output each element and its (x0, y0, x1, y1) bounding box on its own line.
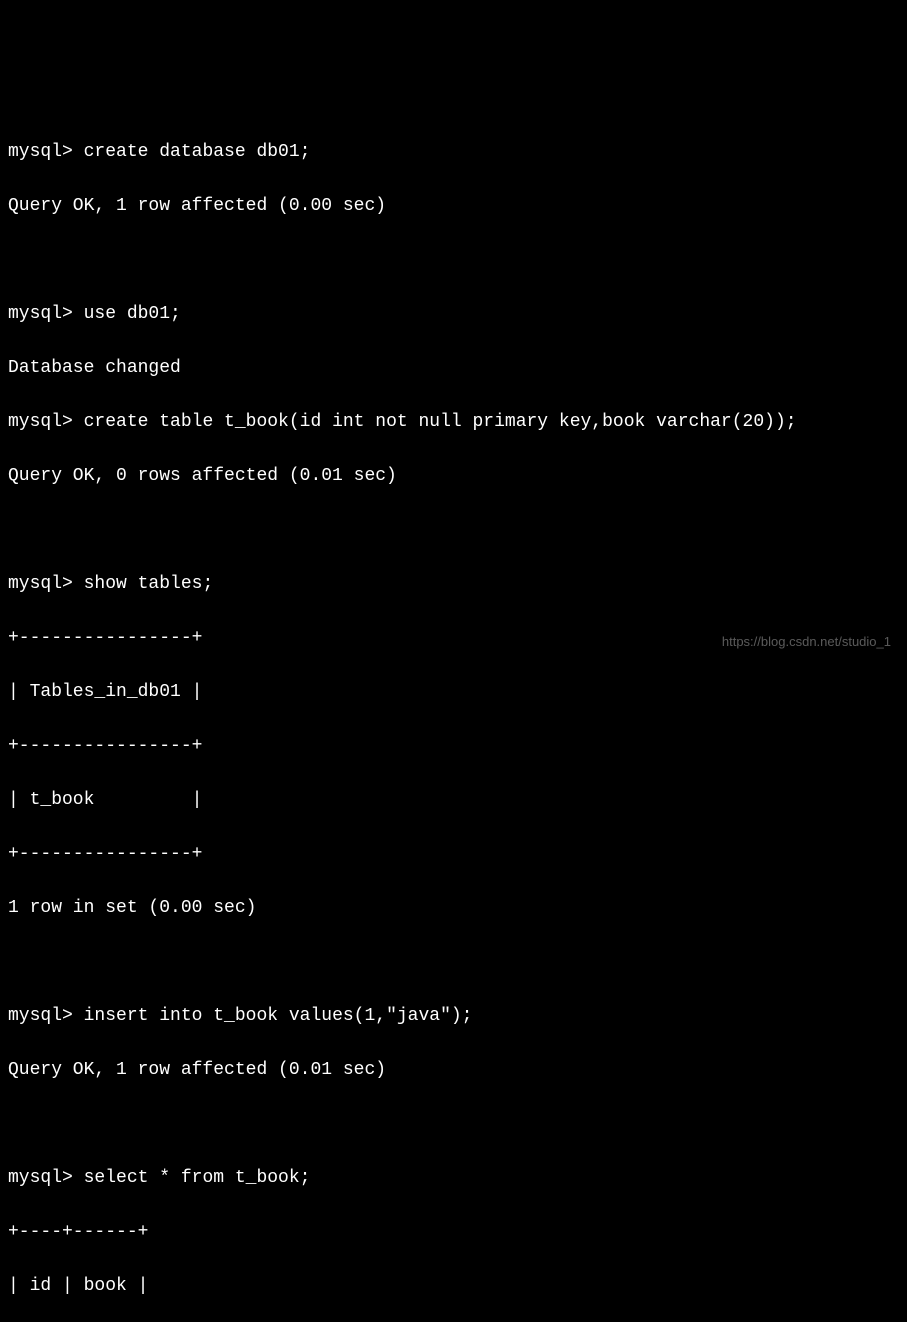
prompt: mysql> (8, 142, 73, 162)
table-header: | id | book | (8, 1273, 899, 1300)
response-line: Query OK, 1 row affected (0.01 sec) (8, 1057, 899, 1084)
prompt: mysql> (8, 1006, 73, 1026)
command-text: select * from t_book; (84, 1168, 311, 1188)
prompt-line[interactable]: mysql> insert into t_book values(1,"java… (8, 1003, 899, 1030)
terminal-output: mysql> create database db01; Query OK, 1… (8, 112, 899, 1322)
blank-line (8, 1111, 899, 1138)
command-text: insert into t_book values(1,"java"); (84, 1006, 473, 1026)
prompt-line[interactable]: mysql> create table t_book(id int not nu… (8, 409, 899, 436)
prompt-line[interactable]: mysql> create database db01; (8, 139, 899, 166)
prompt-line[interactable]: mysql> show tables; (8, 571, 899, 598)
response-line: Query OK, 1 row affected (0.00 sec) (8, 193, 899, 220)
blank-line (8, 247, 899, 274)
table-border: +----+------+ (8, 1219, 899, 1246)
table-border: +----------------+ (8, 733, 899, 760)
prompt: mysql> (8, 1168, 73, 1188)
table-row: | t_book | (8, 787, 899, 814)
blank-line (8, 949, 899, 976)
command-text: use db01; (84, 304, 181, 324)
watermark-text: https://blog.csdn.net/studio_1 (722, 632, 891, 652)
response-line: Database changed (8, 355, 899, 382)
command-text: show tables; (84, 574, 214, 594)
command-text: create table t_book(id int not null prim… (84, 412, 797, 432)
prompt-line[interactable]: mysql> use db01; (8, 301, 899, 328)
response-line: Query OK, 0 rows affected (0.01 sec) (8, 463, 899, 490)
table-border: +----------------+ (8, 841, 899, 868)
command-text: create database db01; (84, 142, 311, 162)
blank-line (8, 517, 899, 544)
prompt: mysql> (8, 304, 73, 324)
response-line: 1 row in set (0.00 sec) (8, 895, 899, 922)
prompt-line[interactable]: mysql> select * from t_book; (8, 1165, 899, 1192)
prompt: mysql> (8, 574, 73, 594)
table-header: | Tables_in_db01 | (8, 679, 899, 706)
prompt: mysql> (8, 412, 73, 432)
